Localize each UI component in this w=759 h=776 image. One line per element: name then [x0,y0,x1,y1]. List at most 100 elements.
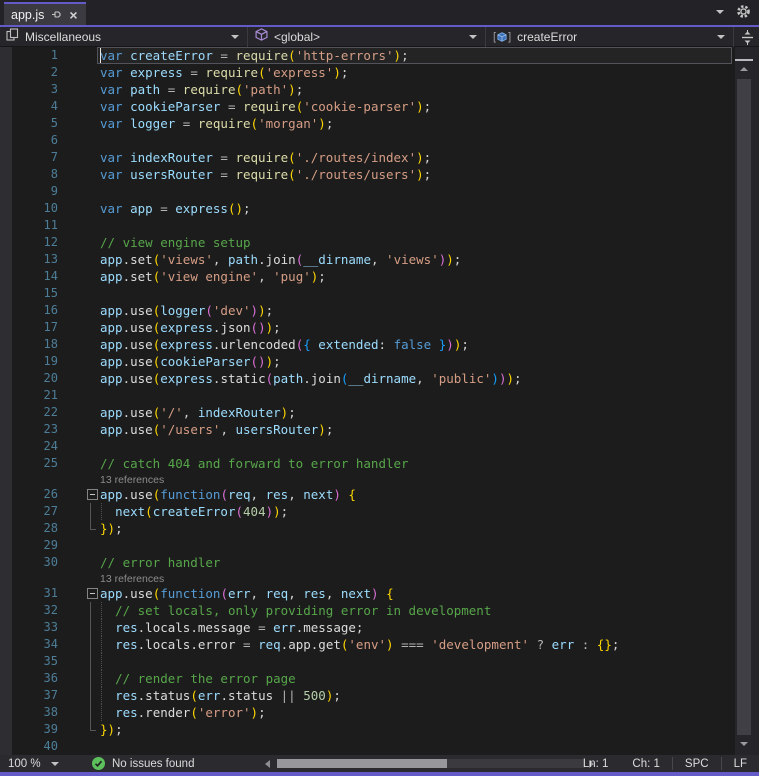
code-text[interactable] [100,217,735,234]
code-line[interactable]: 6 [0,132,735,149]
fold-margin[interactable] [64,486,100,503]
issues-indicator[interactable]: No issues found [92,755,194,772]
code-text[interactable] [100,438,735,455]
split-editor-button[interactable] [735,27,759,47]
codelens-references[interactable]: 13 references [100,474,164,486]
code-line[interactable]: 8var usersRouter = require('./routes/use… [0,166,735,183]
code-line[interactable]: 23app.use('/users', usersRouter); [0,421,735,438]
code-line[interactable]: 39}); [0,721,735,738]
tab-overflow-chevron-icon[interactable] [716,10,724,14]
code-text[interactable]: next(createError(404)); [100,503,735,520]
code-text[interactable]: var usersRouter = require('./routes/user… [100,166,735,183]
code-line[interactable]: 17app.use(express.json()); [0,319,735,336]
code-line[interactable]: 22app.use('/', indexRouter); [0,404,735,421]
code-text[interactable] [100,653,735,670]
code-text[interactable]: var createError = require('http-errors')… [100,47,735,64]
column-indicator[interactable]: Ch: 1 [620,755,672,772]
editor-pane[interactable]: 1var createError = require('http-errors'… [0,47,735,755]
splitter-grip[interactable] [735,59,753,61]
code-text[interactable]: app.use(express.urlencoded({ extended: f… [100,336,735,353]
code-text[interactable]: var logger = require('morgan'); [100,115,735,132]
code-text[interactable]: app.use(cookieParser()); [100,353,735,370]
code-line[interactable]: 15 [0,285,735,302]
code-text[interactable]: res.render('error'); [100,704,735,721]
code-text[interactable]: res.locals.error = req.app.get('env') ==… [100,636,735,653]
code-text[interactable]: app.use(function(err, req, res, next) { [100,585,735,602]
code-text[interactable]: app.set('view engine', 'pug'); [100,268,735,285]
code-line[interactable]: 24 [0,438,735,455]
code-line[interactable]: 21 [0,387,735,404]
member-dropdown[interactable]: [ ] createError [487,27,734,47]
code-line[interactable]: 38 res.render('error'); [0,704,735,721]
codelens-row[interactable]: 13 references [0,571,735,585]
code-line[interactable]: 35 [0,653,735,670]
code-line[interactable]: 16app.use(logger('dev')); [0,302,735,319]
line-indicator[interactable]: Ln: 1 [571,755,621,772]
code-text[interactable]: var path = require('path'); [100,81,735,98]
close-icon[interactable]: × [69,8,77,22]
line-ending-indicator[interactable]: LF [722,755,759,772]
code-line[interactable]: 40 [0,738,735,755]
code-line[interactable]: 10var app = express(); [0,200,735,217]
code-text[interactable]: app.use(express.json()); [100,319,735,336]
pin-icon[interactable] [51,9,62,20]
vertical-scrollbar[interactable] [735,47,753,755]
project-dropdown[interactable]: Miscellaneous [0,27,248,47]
code-text[interactable]: // view engine setup [100,234,735,251]
tab-appjs[interactable]: app.js × [4,2,86,25]
code-line[interactable]: 36 // render the error page [0,670,735,687]
scroll-down-icon[interactable] [740,742,748,746]
scope-dropdown[interactable]: <global> [249,27,486,47]
code-text[interactable]: res.locals.message = err.message; [100,619,735,636]
code-text[interactable] [100,285,735,302]
code-text[interactable] [100,387,735,404]
code-line[interactable]: 7var indexRouter = require('./routes/ind… [0,149,735,166]
code-text[interactable]: res.status(err.status || 500); [100,687,735,704]
code-text[interactable] [100,132,735,149]
code-line[interactable]: 37 res.status(err.status || 500); [0,687,735,704]
horizontal-scrollbar-thumb[interactable] [277,759,447,768]
code-text[interactable]: var app = express(); [100,200,735,217]
code-line[interactable]: 28}); [0,520,735,537]
fold-collapse-icon[interactable] [87,588,98,599]
horizontal-scrollbar[interactable] [277,759,585,768]
code-line[interactable]: 1var createError = require('http-errors'… [0,47,735,64]
code-line[interactable]: 2var express = require('express'); [0,64,735,81]
code-line[interactable]: 12// view engine setup [0,234,735,251]
code-text[interactable]: var express = require('express'); [100,64,735,81]
code-text[interactable]: // set locals, only providing error in d… [100,602,735,619]
code-line[interactable]: 18app.use(express.urlencoded({ extended:… [0,336,735,353]
gear-icon[interactable] [736,4,751,24]
code-line[interactable]: 3var path = require('path'); [0,81,735,98]
code-line[interactable]: 20app.use(express.static(path.join(__dir… [0,370,735,387]
insert-mode-indicator[interactable]: SPC [673,755,721,772]
code-line[interactable]: 9 [0,183,735,200]
code-line[interactable]: 29 [0,537,735,554]
code-line[interactable]: 31app.use(function(err, req, res, next) … [0,585,735,602]
code-text[interactable]: // error handler [100,554,735,571]
code-text[interactable]: app.set('views', path.join(__dirname, 'v… [100,251,735,268]
code-line[interactable]: 27 next(createError(404)); [0,503,735,520]
code-text[interactable]: app.use(express.static(path.join(__dirna… [100,370,735,387]
code-line[interactable]: 25// catch 404 and forward to error hand… [0,455,735,472]
scroll-left-icon[interactable] [265,760,270,768]
codelens-row[interactable]: 13 references [0,472,735,486]
code-text[interactable]: 13 references [100,571,735,585]
code-text[interactable]: 13 references [100,472,735,486]
code-text[interactable]: app.use('/', indexRouter); [100,404,735,421]
vertical-scrollbar-thumb[interactable] [737,79,751,735]
code-text[interactable]: app.use(logger('dev')); [100,302,735,319]
code-line[interactable]: 34 res.locals.error = req.app.get('env')… [0,636,735,653]
code-line[interactable]: 5var logger = require('morgan'); [0,115,735,132]
code-text[interactable]: var cookieParser = require('cookie-parse… [100,98,735,115]
code-text[interactable] [100,183,735,200]
code-line[interactable]: 30// error handler [0,554,735,571]
code-line[interactable]: 33 res.locals.message = err.message; [0,619,735,636]
code-text[interactable]: app.use(function(req, res, next) { [100,486,735,503]
code-line[interactable]: 4var cookieParser = require('cookie-pars… [0,98,735,115]
code-line[interactable]: 19app.use(cookieParser()); [0,353,735,370]
code-line[interactable]: 14app.set('view engine', 'pug'); [0,268,735,285]
fold-margin[interactable] [64,585,100,602]
code-text[interactable]: }); [100,721,735,738]
code-line[interactable]: 32 // set locals, only providing error i… [0,602,735,619]
